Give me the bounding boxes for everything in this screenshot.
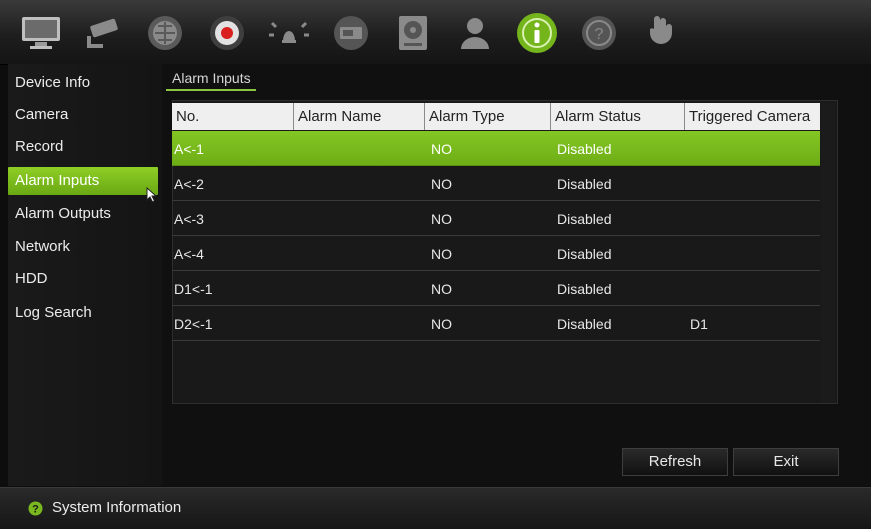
cell-alarm-type: NO — [431, 316, 452, 332]
camera-icon[interactable] — [80, 10, 126, 56]
column-header-alarm-status[interactable]: Alarm Status — [551, 103, 685, 130]
cell-alarm-type: NO — [431, 281, 452, 297]
user-icon[interactable] — [452, 10, 498, 56]
hdd-icon[interactable] — [390, 10, 436, 56]
cell-triggered-camera: D1 — [690, 316, 708, 332]
device-icon[interactable] — [328, 10, 374, 56]
sidebar: Device Info Camera Record Alarm Inputs A… — [8, 64, 162, 486]
column-header-triggered-camera[interactable]: Triggered Camera — [685, 103, 820, 130]
exit-button[interactable]: Exit — [733, 448, 839, 476]
table-row[interactable]: D2<-1 NO Disabled D1 — [172, 306, 820, 341]
cell-no: A<-2 — [174, 176, 204, 192]
cell-alarm-status: Disabled — [557, 176, 612, 192]
table-header: No. Alarm Name Alarm Type Alarm Status T… — [172, 103, 820, 130]
sidebar-item-network[interactable]: Network — [8, 233, 158, 261]
table-row[interactable]: A<-2 NO Disabled — [172, 166, 820, 201]
sidebar-item-alarm-outputs[interactable]: Alarm Outputs — [8, 200, 158, 228]
main-toolbar: ? — [0, 0, 871, 65]
sidebar-item-hdd[interactable]: HDD — [8, 265, 158, 293]
column-header-alarm-name[interactable]: Alarm Name — [294, 103, 425, 130]
table-row[interactable]: A<-4 NO Disabled — [172, 236, 820, 271]
cell-alarm-status: Disabled — [557, 211, 612, 227]
status-bar: ? System Information — [0, 487, 871, 529]
cell-alarm-type: NO — [431, 211, 452, 227]
table-row[interactable]: A<-3 NO Disabled — [172, 201, 820, 236]
monitor-icon[interactable] — [18, 10, 64, 56]
cell-alarm-status: Disabled — [557, 246, 612, 262]
cell-no: D2<-1 — [174, 316, 213, 332]
sidebar-item-alarm-inputs[interactable]: Alarm Inputs — [8, 167, 158, 195]
mouse-cursor-icon — [146, 187, 158, 203]
record-icon[interactable] — [204, 10, 250, 56]
help-icon: ? — [28, 501, 43, 516]
cell-no: A<-3 — [174, 211, 204, 227]
shutdown-icon[interactable] — [638, 10, 684, 56]
table-row[interactable]: D1<-1 NO Disabled — [172, 271, 820, 306]
cell-no: A<-1 — [174, 141, 204, 157]
tab-active-indicator — [166, 89, 256, 91]
cell-alarm-status: Disabled — [557, 281, 612, 297]
alarm-icon[interactable] — [266, 10, 312, 56]
cell-alarm-type: NO — [431, 176, 452, 192]
table-row[interactable]: A<-1 NO Disabled — [172, 131, 820, 166]
svg-text:?: ? — [32, 504, 39, 516]
cell-alarm-type: NO — [431, 246, 452, 262]
refresh-button[interactable]: Refresh — [622, 448, 728, 476]
sidebar-item-record[interactable]: Record — [8, 133, 158, 161]
column-header-no[interactable]: No. — [172, 103, 294, 130]
svg-text:?: ? — [595, 26, 604, 43]
sidebar-item-device-info[interactable]: Device Info — [8, 69, 158, 97]
network-globe-icon[interactable] — [142, 10, 188, 56]
cell-no: D1<-1 — [174, 281, 213, 297]
info-icon[interactable] — [514, 10, 560, 56]
status-text: System Information — [52, 499, 182, 516]
cell-alarm-status: Disabled — [557, 316, 612, 332]
column-header-alarm-type[interactable]: Alarm Type — [425, 103, 551, 130]
sidebar-item-camera[interactable]: Camera — [8, 101, 158, 129]
cell-no: A<-4 — [174, 246, 204, 262]
cell-alarm-status: Disabled — [557, 141, 612, 157]
table-scrollbar[interactable] — [821, 103, 835, 403]
sidebar-item-log-search[interactable]: Log Search — [8, 299, 158, 327]
help-icon[interactable]: ? — [576, 10, 622, 56]
cell-alarm-type: NO — [431, 141, 452, 157]
